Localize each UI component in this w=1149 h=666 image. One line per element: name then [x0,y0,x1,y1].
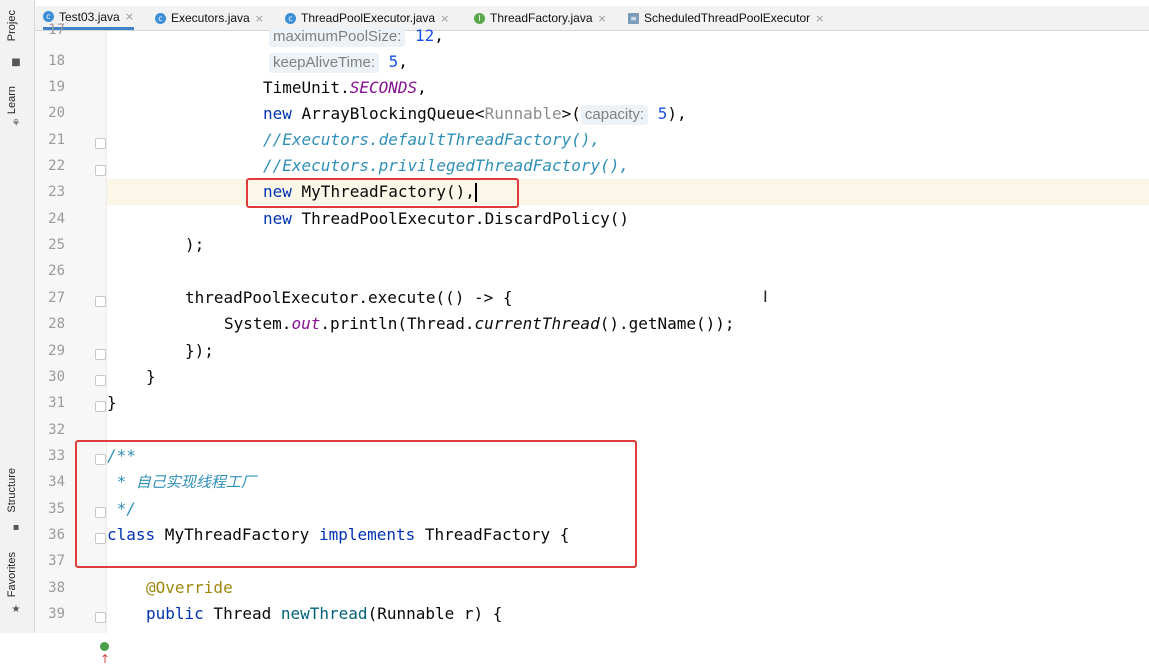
java-interface-icon: I [474,12,485,24]
fold-marker[interactable] [95,138,106,149]
code-line-21: //Executors.defaultThreadFactory(), [263,130,601,149]
java-class-icon: c [43,11,54,22]
code-line-24: new ThreadPoolExecutor.DiscardPolicy() [263,209,630,228]
line-number: 35 [48,501,65,517]
mouse-ibeam-cursor: I [763,287,768,306]
tool-tab-learn[interactable]: Learn [6,86,18,114]
tab-scheduledthreadpoolexecutor[interactable]: ≡ ScheduledThreadPoolExecutor × [628,6,824,30]
line-number: 20 [48,105,65,121]
structure-icon: ▪ [12,522,20,533]
tool-tab-project[interactable]: Projec [6,10,18,41]
param-hint: capacity: [580,105,649,125]
line-number: 24 [48,211,65,227]
tab-label: Executors.java [171,11,250,25]
fold-marker[interactable] [95,296,106,307]
tab-executors[interactable]: c Executors.java × [155,6,264,30]
param-hint: maximumPoolSize: [269,27,406,47]
tool-tab-structure[interactable]: Structure [6,468,18,513]
code-line-39: public Thread newThread(Runnable r) { [146,604,503,623]
close-icon[interactable]: × [815,12,824,25]
code-line-20: new ArrayBlockingQueue<Runnable>(capacit… [263,104,687,125]
code-line-29: }); [185,341,214,360]
tool-tab-favorites[interactable]: Favorites [6,552,18,597]
line-number: 28 [48,316,65,332]
line-number: 31 [48,395,65,411]
code-line-31: } [107,393,117,412]
line-number: 23 [48,184,65,200]
code-line-22: //Executors.privilegedThreadFactory(), [263,156,630,175]
class-file-icon: ≡ [628,12,639,24]
code-line-38: @Override [146,578,233,597]
code-line-27: threadPoolExecutor.execute(() -> { [185,288,513,307]
line-number: 26 [48,263,65,279]
line-number: 34 [48,474,65,490]
code-line-28: System.out.println(Thread.currentThread(… [224,314,735,333]
implements-method-icon[interactable]: ↑ [100,639,110,666]
line-number: 32 [48,422,65,438]
line-number: 17 [48,22,65,38]
fold-marker[interactable] [95,375,106,386]
close-icon[interactable]: × [598,12,607,25]
fold-marker[interactable] [95,349,106,360]
fold-marker[interactable] [95,612,106,623]
line-number: 22 [48,158,65,174]
param-hint: keepAliveTime: [269,53,379,73]
line-number: 38 [48,580,65,596]
code-line-25: ); [185,235,205,254]
java-class-icon: c [285,12,296,24]
code-line-18: keepAliveTime: 5, [269,49,408,75]
line-number: 21 [48,132,65,148]
line-number: 39 [48,606,65,622]
code-line-30: } [146,367,156,386]
tab-label: ThreadFactory.java [490,11,593,25]
line-number: 18 [48,53,65,69]
editor-tab-bar: c Test03.java × c Executors.java × c Thr… [35,6,1149,31]
highlight-box-class-declaration [75,440,637,568]
tab-label: Test03.java [59,9,120,24]
code-editor[interactable]: maximumPoolSize: 12, keepAliveTime: 5, T… [75,26,1149,633]
code-line-17: maximumPoolSize: 12, [269,23,444,49]
close-icon[interactable]: × [255,12,264,25]
line-number: 33 [48,448,65,464]
tab-threadfactory[interactable]: I ThreadFactory.java × [474,6,607,30]
fold-marker[interactable] [95,165,106,176]
folder-icon: ■ [11,57,21,68]
star-icon: ★ [11,604,21,615]
code-line-19: TimeUnit.SECONDS, [263,78,427,97]
line-number: 27 [48,290,65,306]
line-number: 19 [48,79,65,95]
line-number: 29 [48,343,65,359]
highlight-box-new-factory [246,178,519,208]
close-icon[interactable]: × [125,10,134,23]
tab-label: ScheduledThreadPoolExecutor [644,11,811,25]
line-number: 36 [48,527,65,543]
line-number: 25 [48,237,65,253]
tool-window-strip: Projec ■ Learn ⚘ Structure ▪ Favorites ★ [0,0,35,633]
java-class-icon: c [155,12,166,24]
line-number: 30 [48,369,65,385]
fold-marker[interactable] [95,401,106,412]
learn-icon: ⚘ [11,118,21,129]
line-number: 37 [48,553,65,569]
